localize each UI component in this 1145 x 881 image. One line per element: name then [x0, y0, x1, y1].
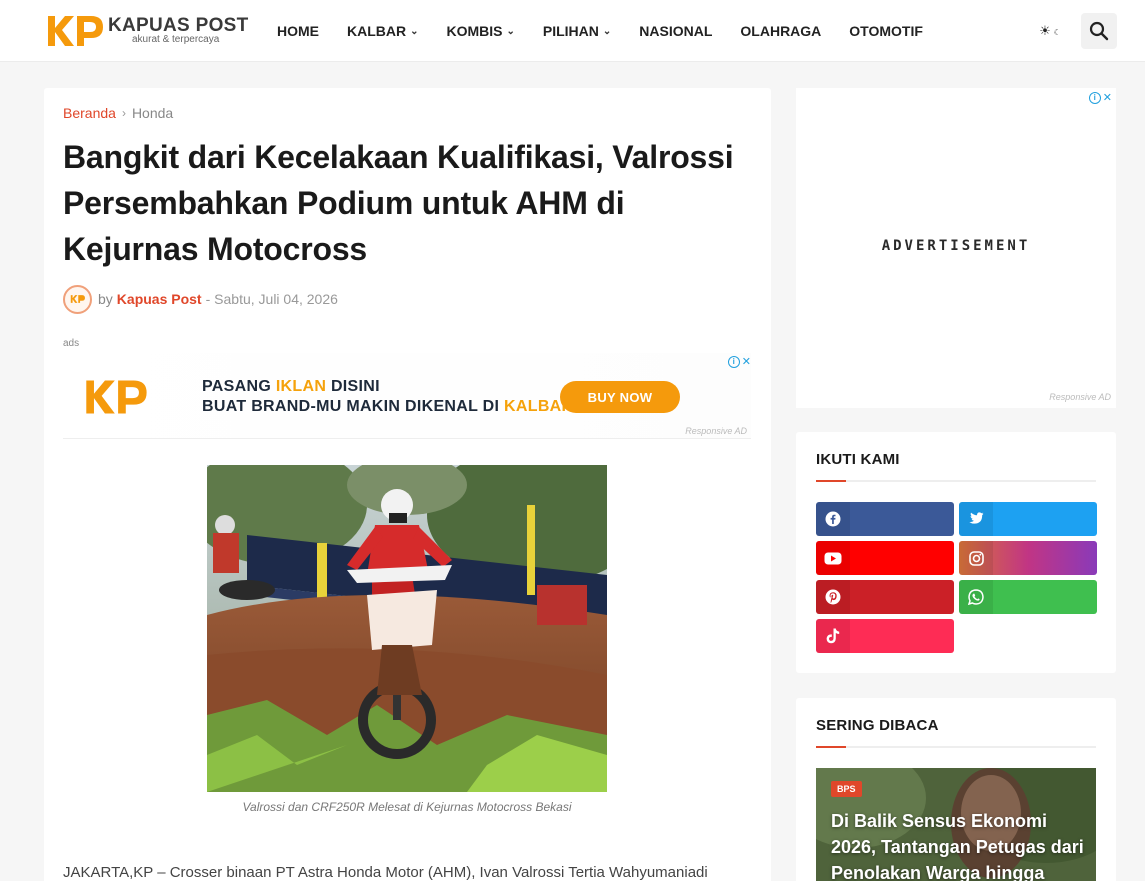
nav-item-nasional[interactable]: NASIONAL [639, 23, 712, 39]
breadcrumb-home-link[interactable]: Beranda [63, 105, 116, 121]
instagram-button[interactable] [959, 541, 1097, 575]
close-icon[interactable]: ✕ [1103, 91, 1112, 104]
kp-avatar-logo [70, 295, 85, 303]
banner-text: PASANG [202, 378, 276, 395]
follow-us-widget: IKUTI KAMI [796, 432, 1116, 673]
youtube-button[interactable] [816, 541, 954, 575]
widget-title: IKUTI KAMI [816, 451, 900, 468]
nav-label: KOMBIS [446, 23, 503, 39]
buy-now-button[interactable]: BUY NOW [560, 381, 680, 413]
banner-ad-body: PASANG IKLAN DISINI BUAT BRAND-MU MAKIN … [63, 353, 751, 439]
banner-text: DISINI [326, 378, 380, 395]
pinterest-button[interactable] [816, 580, 954, 614]
facebook-icon [816, 502, 850, 536]
nav-item-home[interactable]: HOME [277, 23, 319, 39]
chevron-down-icon: ⌄ [410, 25, 419, 37]
advertisement-text: ADVERTISEMENT [881, 238, 1031, 254]
chevron-down-icon: ⌄ [506, 25, 515, 37]
nav-item-olahraga[interactable]: OLAHRAGA [740, 23, 821, 39]
nav-label: PILIHAN [542, 23, 599, 39]
chevron-down-icon: ⌄ [602, 25, 612, 37]
popular-post-card[interactable]: BPS Di Balik Sensus Ekonomi 2026, Tantan… [816, 768, 1096, 881]
nav-label: NASIONAL [639, 23, 713, 39]
tiktok-button[interactable] [816, 619, 954, 653]
nav-label: OTOMOTIF [849, 23, 923, 39]
info-icon: i [727, 355, 740, 368]
sidebar-ad[interactable]: i ✕ ADVERTISEMENT Responsive AD [796, 88, 1116, 408]
widget-title: SERING DIBACA [816, 717, 939, 734]
breadcrumb: Beranda › Honda [63, 105, 173, 121]
nav-item-pilihan[interactable]: PILIHAN ⌄ [543, 23, 611, 39]
category-badge[interactable]: BPS [831, 781, 862, 797]
whatsapp-button[interactable] [959, 580, 1097, 614]
pinterest-icon [816, 580, 850, 614]
whatsapp-icon [959, 580, 993, 614]
author-link[interactable]: Kapuas Post [117, 291, 202, 307]
nav-label: HOME [277, 23, 319, 39]
banner-ad[interactable]: PASANG IKLAN DISINI BUAT BRAND-MU MAKIN … [63, 353, 751, 439]
responsive-ad-label: Responsive AD [685, 426, 747, 436]
ad-choices[interactable]: i ✕ [1088, 91, 1112, 104]
post-meta: by Kapuas Post - Sabtu, Juli 04, 2026 [63, 284, 338, 314]
kp-logo-mark [48, 16, 103, 46]
banner-line-2: BUAT BRAND-MU MAKIN DIKENAL DI KALBAR [202, 398, 573, 416]
responsive-ad-label: Responsive AD [1049, 392, 1111, 402]
search-button[interactable] [1081, 13, 1117, 49]
nav-label: OLAHRAGA [740, 23, 822, 39]
kp-banner-logo [86, 380, 147, 414]
image-caption: Valrossi dan CRF250R Melesat di Kejurnas… [242, 800, 572, 814]
facebook-button[interactable] [816, 502, 954, 536]
post-date: - Sabtu, Juli 04, 2026 [205, 291, 338, 307]
motocross-photo [207, 465, 607, 792]
popular-posts-widget: SERING DIBACA BPS Di Balik Sensus Ekonom… [796, 698, 1116, 881]
ads-label: ads [63, 338, 80, 349]
twitter-icon [959, 502, 993, 536]
banner-text: BUAT BRAND-MU MAKIN DIKENAL DI [202, 398, 505, 415]
banner-highlight: IKLAN [275, 378, 327, 395]
post-body-paragraph: JAKARTA,KP – Crosser binaan PT Astra Hon… [63, 864, 708, 881]
widget-title-underline [816, 746, 1096, 748]
nav-item-kombis[interactable]: KOMBIS ⌄ [447, 23, 515, 39]
site-header: KAPUAS POST akurat & terpercaya HOME KAL… [0, 0, 1145, 62]
sun-moon-icon: ☀ ☾ [1039, 23, 1061, 38]
post-featured-image [207, 465, 607, 792]
site-logo[interactable]: KAPUAS POST akurat & terpercaya [45, 13, 250, 51]
nav-item-kalbar[interactable]: KALBAR ⌄ [347, 23, 419, 39]
meta-by: by [98, 291, 113, 307]
author-avatar[interactable] [63, 284, 92, 314]
search-icon [1089, 21, 1109, 41]
theme-toggle[interactable]: ☀ ☾ [1031, 18, 1069, 44]
article-card: Beranda › Honda Bangkit dari Kecelakaan … [44, 88, 771, 881]
info-icon: i [1088, 91, 1101, 104]
widget-title-underline [816, 480, 1096, 482]
twitter-button[interactable] [959, 502, 1097, 536]
close-icon[interactable]: ✕ [742, 355, 751, 368]
main-nav: HOME KALBAR ⌄ KOMBIS ⌄ PILIHAN ⌄ NASIONAL O… [277, 0, 951, 62]
banner-line-1: PASANG IKLAN DISINI [202, 378, 380, 396]
tiktok-icon [816, 619, 850, 653]
nav-label: KALBAR [347, 23, 407, 39]
chevron-right-icon: › [121, 106, 126, 120]
instagram-icon [959, 541, 993, 575]
popular-post-title[interactable]: Di Balik Sensus Ekonomi 2026, Tantangan … [831, 808, 1091, 881]
ad-choices[interactable]: i ✕ [727, 355, 751, 368]
post-title: Bangkit dari Kecelakaan Kualifikasi, Val… [63, 139, 734, 267]
breadcrumb-category-link[interactable]: Honda [132, 105, 173, 121]
youtube-icon [816, 541, 850, 575]
nav-item-otomotif[interactable]: OTOMOTIF [849, 23, 923, 39]
site-tagline: akurat & terpercaya [132, 34, 220, 45]
